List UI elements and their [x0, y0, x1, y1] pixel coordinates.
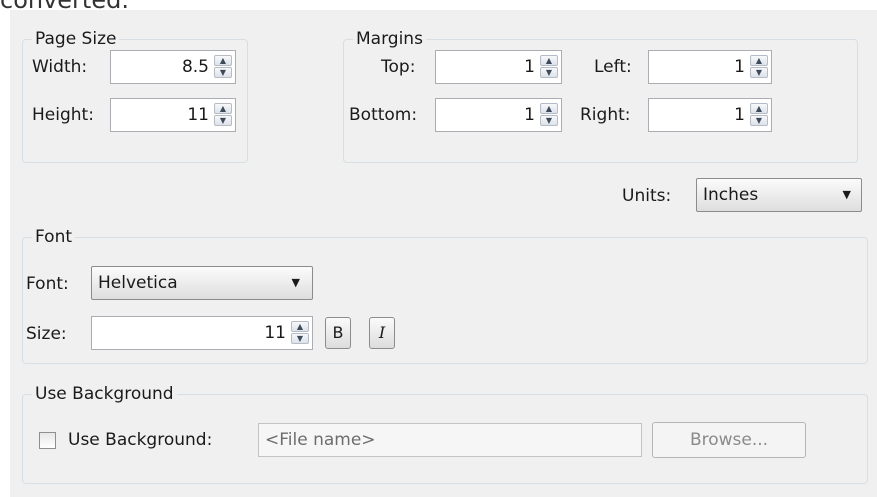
- spin-up-arrow-icon[interactable]: ▲: [214, 103, 232, 114]
- right-spinbox[interactable]: 1 ▲ ▼: [648, 98, 772, 132]
- use-background-checkbox[interactable]: [39, 432, 56, 449]
- units-label: Units:: [622, 186, 672, 206]
- chevron-down-icon: ▼: [291, 276, 300, 289]
- chevron-down-icon: ▼: [842, 188, 851, 201]
- font-group: Font Font: Helvetica ▼ Size: 11 ▲ ▼ B I: [22, 226, 868, 364]
- height-spinbox[interactable]: 11 ▲ ▼: [110, 98, 236, 132]
- width-spinbox[interactable]: 8.5 ▲ ▼: [110, 50, 236, 84]
- font-size-spin-buttons: ▲ ▼: [291, 321, 309, 345]
- width-spin-buttons: ▲ ▼: [214, 55, 232, 79]
- height-label: Height:: [32, 105, 94, 125]
- bold-toggle-button[interactable]: B: [325, 317, 351, 349]
- left-value: 1: [734, 57, 745, 77]
- font-size-spinbox[interactable]: 11 ▲ ▼: [91, 316, 313, 350]
- spin-down-arrow-icon[interactable]: ▼: [750, 67, 768, 78]
- spin-up-arrow-icon[interactable]: ▲: [750, 103, 768, 114]
- spin-down-arrow-icon[interactable]: ▼: [291, 333, 309, 344]
- use-background-checkbox-label[interactable]: Use Background:: [68, 428, 212, 452]
- right-label: Right:: [580, 105, 631, 125]
- spin-down-arrow-icon[interactable]: ▼: [540, 115, 558, 126]
- page-size-group: Page Size Width: 8.5 ▲ ▼ Height: 11 ▲ ▼: [22, 28, 248, 163]
- spin-up-arrow-icon[interactable]: ▲: [750, 55, 768, 66]
- font-legend: Font: [32, 226, 76, 248]
- top-spinbox[interactable]: 1 ▲ ▼: [435, 50, 562, 84]
- font-label: Font:: [26, 274, 69, 294]
- spin-down-arrow-icon[interactable]: ▼: [214, 67, 232, 78]
- file-name-field[interactable]: <File name>: [258, 423, 642, 457]
- right-value: 1: [734, 105, 745, 125]
- spin-down-arrow-icon[interactable]: ▼: [214, 115, 232, 126]
- spin-down-arrow-icon[interactable]: ▼: [540, 67, 558, 78]
- italic-toggle-button[interactable]: I: [369, 317, 395, 349]
- width-value: 8.5: [181, 57, 209, 77]
- spin-down-arrow-icon[interactable]: ▼: [750, 115, 768, 126]
- units-dropdown[interactable]: Inches ▼: [696, 178, 862, 212]
- left-spin-buttons: ▲ ▼: [750, 55, 768, 79]
- height-spin-buttons: ▲ ▼: [214, 103, 232, 127]
- browse-button[interactable]: Browse...: [652, 422, 806, 458]
- bottom-spin-buttons: ▲ ▼: [540, 103, 558, 127]
- font-size-value: 11: [264, 323, 286, 343]
- page-setup-panel: Page Size Width: 8.5 ▲ ▼ Height: 11 ▲ ▼ …: [10, 10, 877, 497]
- use-background-legend: Use Background: [32, 383, 177, 405]
- spin-up-arrow-icon[interactable]: ▲: [540, 103, 558, 114]
- margins-group: Margins Top: 1 ▲ ▼ Left: 1 ▲ ▼ Bottom: 1…: [343, 28, 858, 163]
- font-dropdown[interactable]: Helvetica ▼: [91, 266, 313, 300]
- font-selected-value: Helvetica: [98, 273, 178, 293]
- caption-text: converted.: [0, 0, 877, 14]
- top-label: Top:: [381, 57, 416, 77]
- left-label: Left:: [594, 57, 632, 77]
- units-selected-value: Inches: [703, 185, 759, 205]
- bottom-label: Bottom:: [349, 105, 418, 125]
- page-size-legend: Page Size: [32, 28, 120, 50]
- top-value: 1: [524, 57, 535, 77]
- use-background-group: Use Background Use Background: <File nam…: [22, 383, 868, 484]
- width-label: Width:: [32, 57, 88, 77]
- height-value: 11: [187, 105, 209, 125]
- bottom-spinbox[interactable]: 1 ▲ ▼: [435, 98, 562, 132]
- spin-up-arrow-icon[interactable]: ▲: [291, 321, 309, 332]
- spin-up-arrow-icon[interactable]: ▲: [214, 55, 232, 66]
- top-spin-buttons: ▲ ▼: [540, 55, 558, 79]
- margins-legend: Margins: [353, 28, 426, 50]
- left-spinbox[interactable]: 1 ▲ ▼: [648, 50, 772, 84]
- size-label: Size:: [26, 324, 67, 344]
- right-spin-buttons: ▲ ▼: [750, 103, 768, 127]
- spin-up-arrow-icon[interactable]: ▲: [540, 55, 558, 66]
- bottom-value: 1: [524, 105, 535, 125]
